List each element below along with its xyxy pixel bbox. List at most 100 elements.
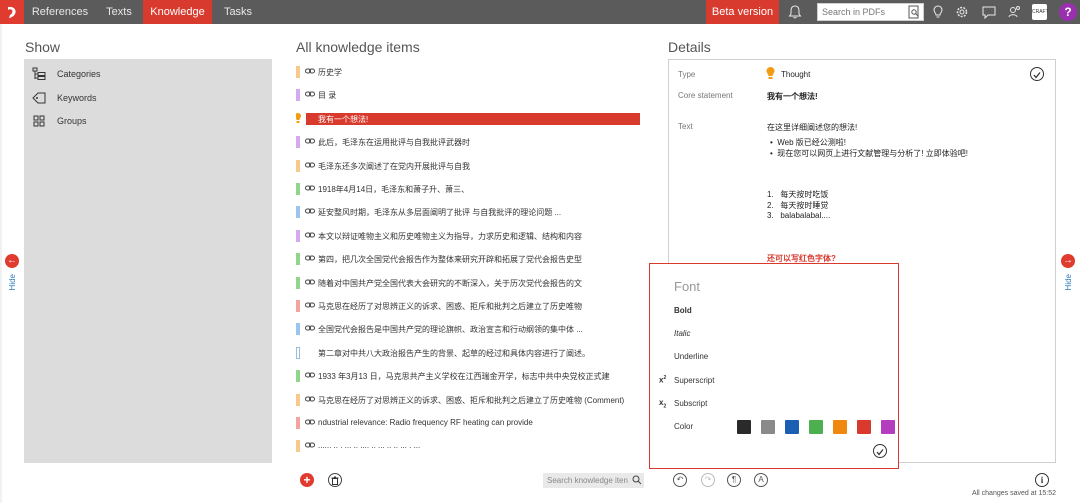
knowledge-list-item[interactable]: 延安整风时期，毛泽东从多层面阐明了批评 与自我批评的理论问题 ... xyxy=(296,204,650,220)
knowledge-search-placeholder: Search knowledge iten xyxy=(547,476,628,485)
knowledge-list-item[interactable]: 马克思在经历了对思辨正义的诉求、困惑、拒斥和批判之后建立了历史唯物 xyxy=(296,298,650,314)
color-swatch[interactable] xyxy=(737,420,751,434)
search-pdfs-placeholder: Search in PDFs xyxy=(822,7,886,17)
help-button[interactable]: ? xyxy=(1059,3,1077,21)
core-statement-value[interactable]: 我有一个想法! xyxy=(767,91,818,102)
undo-icon[interactable]: ↶ xyxy=(673,473,687,487)
beta-version-button[interactable]: Beta version xyxy=(706,0,779,24)
bullet-text[interactable]: Web 版已经公测啦! xyxy=(777,138,846,147)
chat-icon[interactable] xyxy=(979,2,999,22)
knowledge-list-item[interactable]: ...... .. . ... .. .... .. ... .. .. ...… xyxy=(296,438,650,454)
knowledge-item-text: 第二章对中共八大政治报告产生的背景、起草的经过和具体内容进行了阐述。 xyxy=(318,348,590,358)
redo-icon[interactable]: ↷ xyxy=(701,473,715,487)
show-categories-item[interactable]: Categories xyxy=(32,65,101,83)
category-color-bar xyxy=(296,370,300,383)
underline-option[interactable]: Underline xyxy=(674,352,708,361)
trash-icon[interactable] xyxy=(328,473,342,487)
bold-option[interactable]: Bold xyxy=(674,306,692,315)
knowledge-item-text: 全国党代会报告是中国共产党的理论旗帜、政治宣言和行动纲领的集中体 ... xyxy=(318,325,583,335)
knowledge-list-item[interactable]: 第二章对中共八大政治报告产生的背景、起草的经过和具体内容进行了阐述。 xyxy=(296,345,650,361)
show-keywords-item[interactable]: Keywords xyxy=(32,89,97,107)
details-title: Details xyxy=(668,39,711,55)
arrow-right-icon[interactable]: → xyxy=(1061,254,1075,268)
tab-references[interactable]: References xyxy=(24,0,96,24)
knowledge-item-text: 延安整风时期，毛泽东从多层面阐明了批评 与自我批评的理论问题 ... xyxy=(318,208,562,218)
bell-icon[interactable] xyxy=(785,2,805,22)
link-icon xyxy=(305,278,315,288)
lightbulb-icon[interactable] xyxy=(928,2,948,22)
info-icon[interactable]: i xyxy=(1035,473,1049,487)
knowledge-list-item[interactable]: 1918年4月14日，毛泽东和萧子升、萧三、 xyxy=(296,181,650,197)
user-icon[interactable] xyxy=(1004,2,1024,22)
knowledge-list-item[interactable]: 马克思在经历了对思辨正义的诉求、困惑、拒斥和批判之后建立了历史唯物 (Comme… xyxy=(296,392,650,408)
color-swatch[interactable] xyxy=(761,420,775,434)
category-color-bar xyxy=(296,300,300,312)
settings-gear-icon[interactable] xyxy=(952,2,972,22)
citavi-logo-icon[interactable] xyxy=(0,0,24,24)
lightbulb-icon xyxy=(296,112,302,126)
tab-knowledge[interactable]: Knowledge xyxy=(143,0,212,24)
knowledge-list-item[interactable]: 目 录 xyxy=(296,87,650,103)
hide-right-toggle[interactable]: → Hide xyxy=(1061,254,1075,295)
show-groups-item[interactable]: Groups xyxy=(32,112,87,130)
arrow-left-icon[interactable]: ← xyxy=(5,254,19,268)
category-color-bar xyxy=(296,276,300,289)
numbered-text[interactable]: 每天按时吃饭 xyxy=(780,190,828,199)
text-intro[interactable]: 在这里详细阐述您的想法! xyxy=(767,122,857,133)
knowledge-list-item[interactable]: 全国党代会报告是中国共产党的理论旗帜、政治宣言和行动纲领的集中体 ... xyxy=(296,321,650,337)
done-check-icon[interactable] xyxy=(1030,67,1044,81)
tab-tasks[interactable]: Tasks xyxy=(212,0,264,24)
color-swatch[interactable] xyxy=(809,420,823,434)
font-popup-title: Font xyxy=(674,279,701,294)
knowledge-list-item[interactable]: 此后，毛泽东在运用批评与自我批评武器时 xyxy=(296,134,650,150)
numbered-item: 1. 每天按时吃饭 xyxy=(767,190,829,199)
knowledge-list-item[interactable]: 历史学 xyxy=(296,64,650,80)
color-swatch[interactable] xyxy=(881,420,895,434)
font-icon[interactable]: A xyxy=(754,473,768,487)
core-statement-label: Core statement xyxy=(678,91,733,100)
color-swatch[interactable] xyxy=(833,420,847,434)
knowledge-item-text: 马克思在经历了对思辨正义的诉求、困惑、拒斥和批判之后建立了历史唯物 (Comme… xyxy=(318,395,625,405)
link-icon xyxy=(305,301,315,311)
knowledge-item-text: 马克思在经历了对思辨正义的诉求、困惑、拒斥和批判之后建立了历史唯物 xyxy=(318,302,582,311)
bullet-item: • 现在您可以网页上进行文献管理与分析了! 立即体验吧! xyxy=(770,149,968,158)
superscript-option[interactable]: Superscript xyxy=(674,376,714,385)
color-swatch[interactable] xyxy=(857,420,871,434)
type-value[interactable]: Thought xyxy=(781,70,810,79)
knowledge-list-item[interactable]: 本文以辩证唯物主义和历史唯物主义为指导，力求历史和逻辑、结构和内容 xyxy=(296,228,650,244)
knowledge-list-item[interactable]: 我有一个想法! xyxy=(296,111,650,127)
show-categories-label: Categories xyxy=(57,69,101,79)
add-knowledge-button[interactable]: + xyxy=(300,473,314,487)
paragraph-icon[interactable]: ¶ xyxy=(727,473,741,487)
link-icon xyxy=(305,231,315,241)
knowledge-search-input[interactable]: Search knowledge iten xyxy=(543,473,644,488)
hide-left-toggle[interactable]: ← Hide xyxy=(5,254,19,295)
knowledge-item-text: 1918年4月14日，毛泽东和萧子升、萧三、 xyxy=(318,185,470,194)
knowledge-list-item[interactable]: 毛泽东还多次阐述了在党内开展批评与自我 xyxy=(296,158,650,174)
numbered-text[interactable]: balabalabal.... xyxy=(780,211,830,220)
link-icon xyxy=(305,324,315,334)
left-edge xyxy=(0,24,2,503)
search-icon[interactable] xyxy=(632,475,642,487)
color-label: Color xyxy=(674,422,694,431)
app-badge-icon[interactable]: CRAFT xyxy=(1032,4,1049,20)
numbered-text[interactable]: 每天按时睡觉 xyxy=(780,201,828,210)
bullet-text[interactable]: 现在您可以网页上进行文献管理与分析了! 立即体验吧! xyxy=(777,149,968,158)
pdf-search-icon[interactable] xyxy=(907,5,921,21)
knowledge-list-item[interactable]: 随着对中国共产党全国代表大会研究的不断深入，关于历次党代会报告的文 xyxy=(296,275,650,291)
italic-option[interactable]: Italic xyxy=(674,329,690,338)
knowledge-list-item[interactable]: ndustrial relevance: Radio frequency RF … xyxy=(296,415,650,431)
subscript-option[interactable]: Subscript xyxy=(674,399,707,408)
category-color-bar xyxy=(296,393,300,406)
confirm-check-icon[interactable] xyxy=(873,444,887,458)
knowledge-item-text: 此后，毛泽东在运用批评与自我批评武器时 xyxy=(318,138,470,148)
knowledge-list-item[interactable]: 1933 年3月13 日，马克思共产主义学校在江西瑞金开学，标志中共中央党校正式… xyxy=(296,368,650,384)
link-icon xyxy=(305,90,315,100)
knowledge-list-item[interactable]: 第四，把几次全国党代会报告作为整体来研究开辟和拓展了党代会报告史型 xyxy=(296,251,650,267)
tab-texts[interactable]: Texts xyxy=(96,0,142,24)
link-icon xyxy=(305,441,315,451)
knowledge-item-text: 毛泽东还多次阐述了在党内开展批评与自我 xyxy=(318,161,470,171)
search-pdfs-input[interactable]: Search in PDFs xyxy=(817,3,924,21)
font-popup: Font Bold Italic Underline x2 Superscrip… xyxy=(649,263,899,469)
color-swatch[interactable] xyxy=(785,420,799,434)
